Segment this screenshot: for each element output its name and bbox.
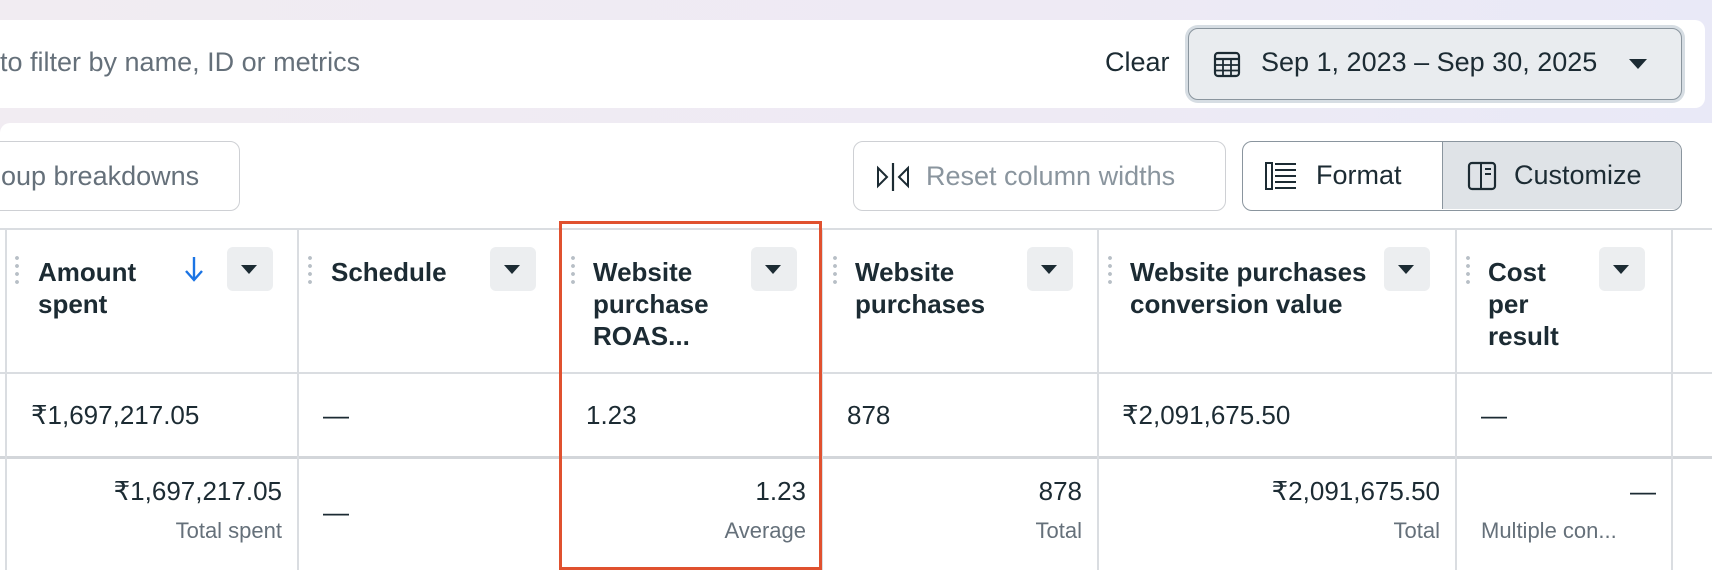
total-label: Total (1035, 518, 1082, 543)
column-header-cost-per-result[interactable]: Cost per result (1488, 256, 1563, 352)
column-divider (5, 228, 7, 570)
column-divider (1671, 228, 1673, 570)
drag-handle-icon[interactable] (833, 254, 837, 288)
reset-column-widths-icon (877, 163, 909, 191)
dropdown-caret-icon (1629, 59, 1647, 69)
calendar-icon (1213, 51, 1241, 78)
search-input[interactable]: to filter by name, ID or metrics (0, 47, 360, 78)
column-header-website-purchases-conversion-value[interactable]: Website purchases conversion value (1130, 256, 1390, 320)
format-customize-group: Format Customize (1242, 141, 1682, 211)
column-header-amount-spent[interactable]: Amount spent (38, 256, 178, 320)
sort-descending-icon[interactable] (183, 254, 205, 284)
group-breakdowns-label: oup breakdowns (1, 161, 200, 191)
column-menu-caret-icon (241, 265, 257, 274)
table-cell: — (1481, 400, 1507, 430)
column-divider (297, 228, 299, 570)
column-menu-button[interactable] (490, 247, 536, 291)
column-menu-caret-icon (504, 265, 520, 274)
table-cell: ₹2,091,675.50 (1122, 400, 1291, 430)
customize-button[interactable]: Customize (1442, 142, 1681, 209)
column-menu-button[interactable] (227, 247, 273, 291)
column-header-website-purchases[interactable]: Website purchases (855, 256, 1005, 320)
customize-icon (1467, 161, 1497, 191)
column-menu-button[interactable] (1599, 247, 1645, 291)
table-cell: ₹1,697,217.05 (31, 400, 200, 430)
column-menu-button[interactable] (1384, 247, 1430, 291)
drag-handle-icon[interactable] (1466, 254, 1470, 288)
total-label: Total (1393, 518, 1440, 543)
table-cell: 878 (847, 400, 891, 430)
column-menu-button[interactable] (1027, 247, 1073, 291)
total-label: Total spent (175, 518, 282, 543)
drag-handle-icon[interactable] (15, 254, 19, 288)
customize-label: Customize (1514, 160, 1642, 190)
total-value: 878 (1038, 476, 1082, 506)
reset-column-widths-label: Reset column widths (926, 161, 1176, 191)
column-menu-caret-icon (1398, 265, 1414, 274)
column-menu-caret-icon (1041, 265, 1057, 274)
total-value: — (323, 497, 349, 527)
table-cell: — (323, 400, 349, 430)
total-value: ₹2,091,675.50 (1271, 476, 1440, 506)
total-value: — (1630, 476, 1656, 506)
column-divider (1455, 228, 1457, 570)
drag-handle-icon[interactable] (308, 254, 312, 288)
date-range-label: Sep 1, 2023 – Sep 30, 2025 (1261, 47, 1598, 77)
drag-handle-icon[interactable] (1108, 254, 1112, 288)
reset-column-widths-button[interactable]: Reset column widths (853, 141, 1226, 211)
highlight-box (559, 221, 822, 570)
format-button[interactable]: Format (1243, 142, 1442, 209)
format-label: Format (1316, 160, 1402, 190)
clear-button[interactable]: Clear (1105, 47, 1170, 78)
column-header-schedule[interactable]: Schedule (331, 256, 481, 288)
format-icon (1265, 162, 1296, 190)
group-breakdowns-button[interactable]: oup breakdowns (0, 141, 240, 211)
column-menu-caret-icon (1613, 265, 1629, 274)
date-range-picker[interactable]: Sep 1, 2023 – Sep 30, 2025 (1188, 28, 1682, 100)
total-label: Multiple con... (1481, 518, 1617, 543)
total-value: ₹1,697,217.05 (113, 476, 282, 506)
column-divider (1097, 228, 1099, 570)
